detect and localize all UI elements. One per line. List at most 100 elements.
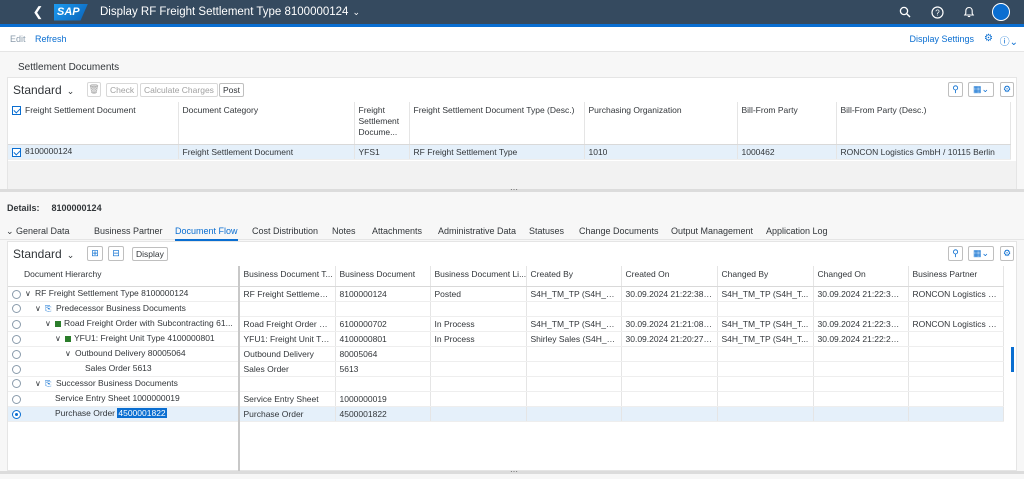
table-row[interactable]: Purchase Order 4500001822 Purchase Order 4… [8,405,1004,422]
column-header[interactable]: Changed On [813,266,909,287]
column-header[interactable]: Freight Settlement Document Type (Desc.) [409,102,585,145]
table-row[interactable]: ∨ ⎘ Successor Business Documents [8,376,1004,392]
chevron-down-icon[interactable]: ∨ [35,379,45,388]
vertical-scrollbar[interactable] [1011,347,1014,372]
tab-application-log[interactable]: Application Log [766,226,828,236]
chevron-down-icon[interactable]: ⌄ [6,226,14,237]
document-link[interactable]: 8100000124 [335,286,431,302]
column-header[interactable]: Bill-From Party [737,102,837,145]
column-header[interactable]: Purchasing Organization [584,102,738,145]
tab-change-documents[interactable]: Change Documents [579,226,659,236]
chevron-down-icon[interactable]: ⌄ [67,86,75,96]
column-header[interactable]: Bill-From Party (Desc.) [836,102,1011,145]
help-icon[interactable]: ? [928,3,946,21]
calculate-charges-button[interactable]: Calculate Charges [140,83,218,97]
tab-general-data[interactable]: General Data [16,226,70,236]
sap-logo[interactable]: SAP [54,3,88,21]
delete-icon[interactable]: 🗑 [87,82,101,97]
table-row[interactable]: 8100000124 Freight Settlement Document Y… [8,144,1011,160]
row-radio[interactable] [12,289,21,299]
check-button[interactable]: Check [106,83,139,97]
chevron-down-icon[interactable]: ⌄ [352,7,360,18]
column-header[interactable]: Freight Settlement Document [8,102,179,145]
search-icon[interactable]: ⚲ [948,82,963,97]
row-radio[interactable] [12,304,21,314]
chevron-down-icon[interactable]: ∨ [55,334,65,343]
gear-icon[interactable]: ⚙ [1000,246,1014,261]
column-header[interactable]: Business Document T... [239,266,336,287]
display-settings-button[interactable]: Display Settings [909,34,974,44]
export-dropdown-icon[interactable]: ▦⌄ [968,82,994,97]
cell: YFU1: Freight Unit Type [239,331,336,347]
document-link[interactable]: 1000000019 [335,391,431,407]
collapse-all-icon[interactable]: ⊟ [108,246,124,261]
bell-icon[interactable] [960,3,978,21]
chevron-down-icon[interactable]: ∨ [65,349,75,358]
column-header[interactable]: Changed By [717,266,814,287]
row-radio[interactable] [12,364,21,374]
row-radio[interactable] [12,409,21,419]
table-row[interactable]: Sales Order 5613 Sales Order 5613 [8,361,1004,377]
column-header[interactable]: Document Category [178,102,355,145]
post-button[interactable]: Post [219,83,245,97]
row-radio[interactable] [12,334,21,344]
variant-selector[interactable]: Standard ⌄ [13,247,74,261]
cell [908,301,1004,317]
column-header[interactable]: Business Document Li... [430,266,527,287]
refresh-button[interactable]: Refresh [35,34,67,44]
tab-notes[interactable]: Notes [332,226,356,236]
tab-document-flow[interactable]: Document Flow [175,226,238,241]
column-header[interactable]: Created On [621,266,718,287]
row-radio[interactable] [12,379,21,389]
splitter-handle-bottom[interactable]: ⋯ [0,467,1024,476]
search-icon[interactable]: ⚲ [948,246,963,261]
column-header[interactable]: Business Document [335,266,431,287]
cell [908,346,1004,362]
table-row[interactable]: ∨ YFU1: Freight Unit Type 4100000801 YFU1:… [8,331,1004,347]
variant-selector[interactable]: Standard ⌄ [13,83,74,97]
document-link[interactable]: 5613 [335,361,431,377]
cell: 30.09.2024 21:22:38 ... [813,316,909,332]
table-row[interactable]: ∨ Road Freight Order with Subcontracting … [8,316,1004,332]
row-radio[interactable] [12,349,21,359]
table-row[interactable]: ∨ Outbound Delivery 80005064 Outbound Deli… [8,346,1004,362]
export-dropdown-icon[interactable]: ▦⌄ [968,246,994,261]
gear-icon[interactable]: ⚙ [984,33,993,44]
table-row[interactable]: Service Entry Sheet 1000000019 Service En… [8,391,1004,407]
tab-output-management[interactable]: Output Management [671,226,753,236]
tab-statuses[interactable]: Statuses [529,226,564,236]
tab-cost-distribution[interactable]: Cost Distribution [252,226,318,236]
document-link[interactable]: 4500001822 [335,405,431,422]
edit-button[interactable]: Edit [10,34,26,44]
gear-icon[interactable]: ⚙ [1000,82,1014,97]
document-link[interactable]: 80005064 [335,346,431,362]
tab-business-partner[interactable]: Business Partner [94,226,163,236]
chevron-down-icon[interactable]: ∨ [45,319,55,328]
expand-all-icon[interactable]: ⊞ [87,246,103,261]
column-header[interactable]: Created By [526,266,622,287]
splitter-handle[interactable]: ⋯ [0,185,1024,194]
avatar[interactable] [992,3,1010,21]
chevron-down-icon[interactable]: ⌄ [67,250,75,260]
back-icon[interactable]: ❮ [26,4,50,20]
display-button[interactable]: Display [132,247,168,261]
select-all-checkbox[interactable] [12,106,21,116]
search-icon[interactable] [896,3,914,21]
tab-administrative-data[interactable]: Administrative Data [438,226,516,236]
document-link[interactable]: 6100000702 [335,316,431,332]
tab-attachments[interactable]: Attachments [372,226,422,236]
row-checkbox[interactable] [12,147,21,157]
table-row[interactable]: ∨ ⎘ Predecessor Business Documents [8,301,1004,317]
column-header[interactable]: Document Hierarchy [8,266,240,287]
chevron-down-icon[interactable]: ∨ [25,289,35,298]
table-row[interactable]: ∨ RF Freight Settlement Type 8100000124 RF… [8,286,1004,302]
column-header[interactable]: Business Partner [908,266,1004,287]
column-header[interactable]: Freight Settlement Docume... [354,102,410,145]
row-radio[interactable] [12,319,21,329]
help-dropdown-icon[interactable]: ⓘ⌄ [1000,33,1018,48]
page-title[interactable]: Display RF Freight Settlement Type 81000… [100,6,348,18]
chevron-down-icon[interactable]: ∨ [35,304,45,313]
row-radio[interactable] [12,394,21,404]
document-link[interactable]: 4100000801 [335,331,431,347]
cell [526,346,622,362]
